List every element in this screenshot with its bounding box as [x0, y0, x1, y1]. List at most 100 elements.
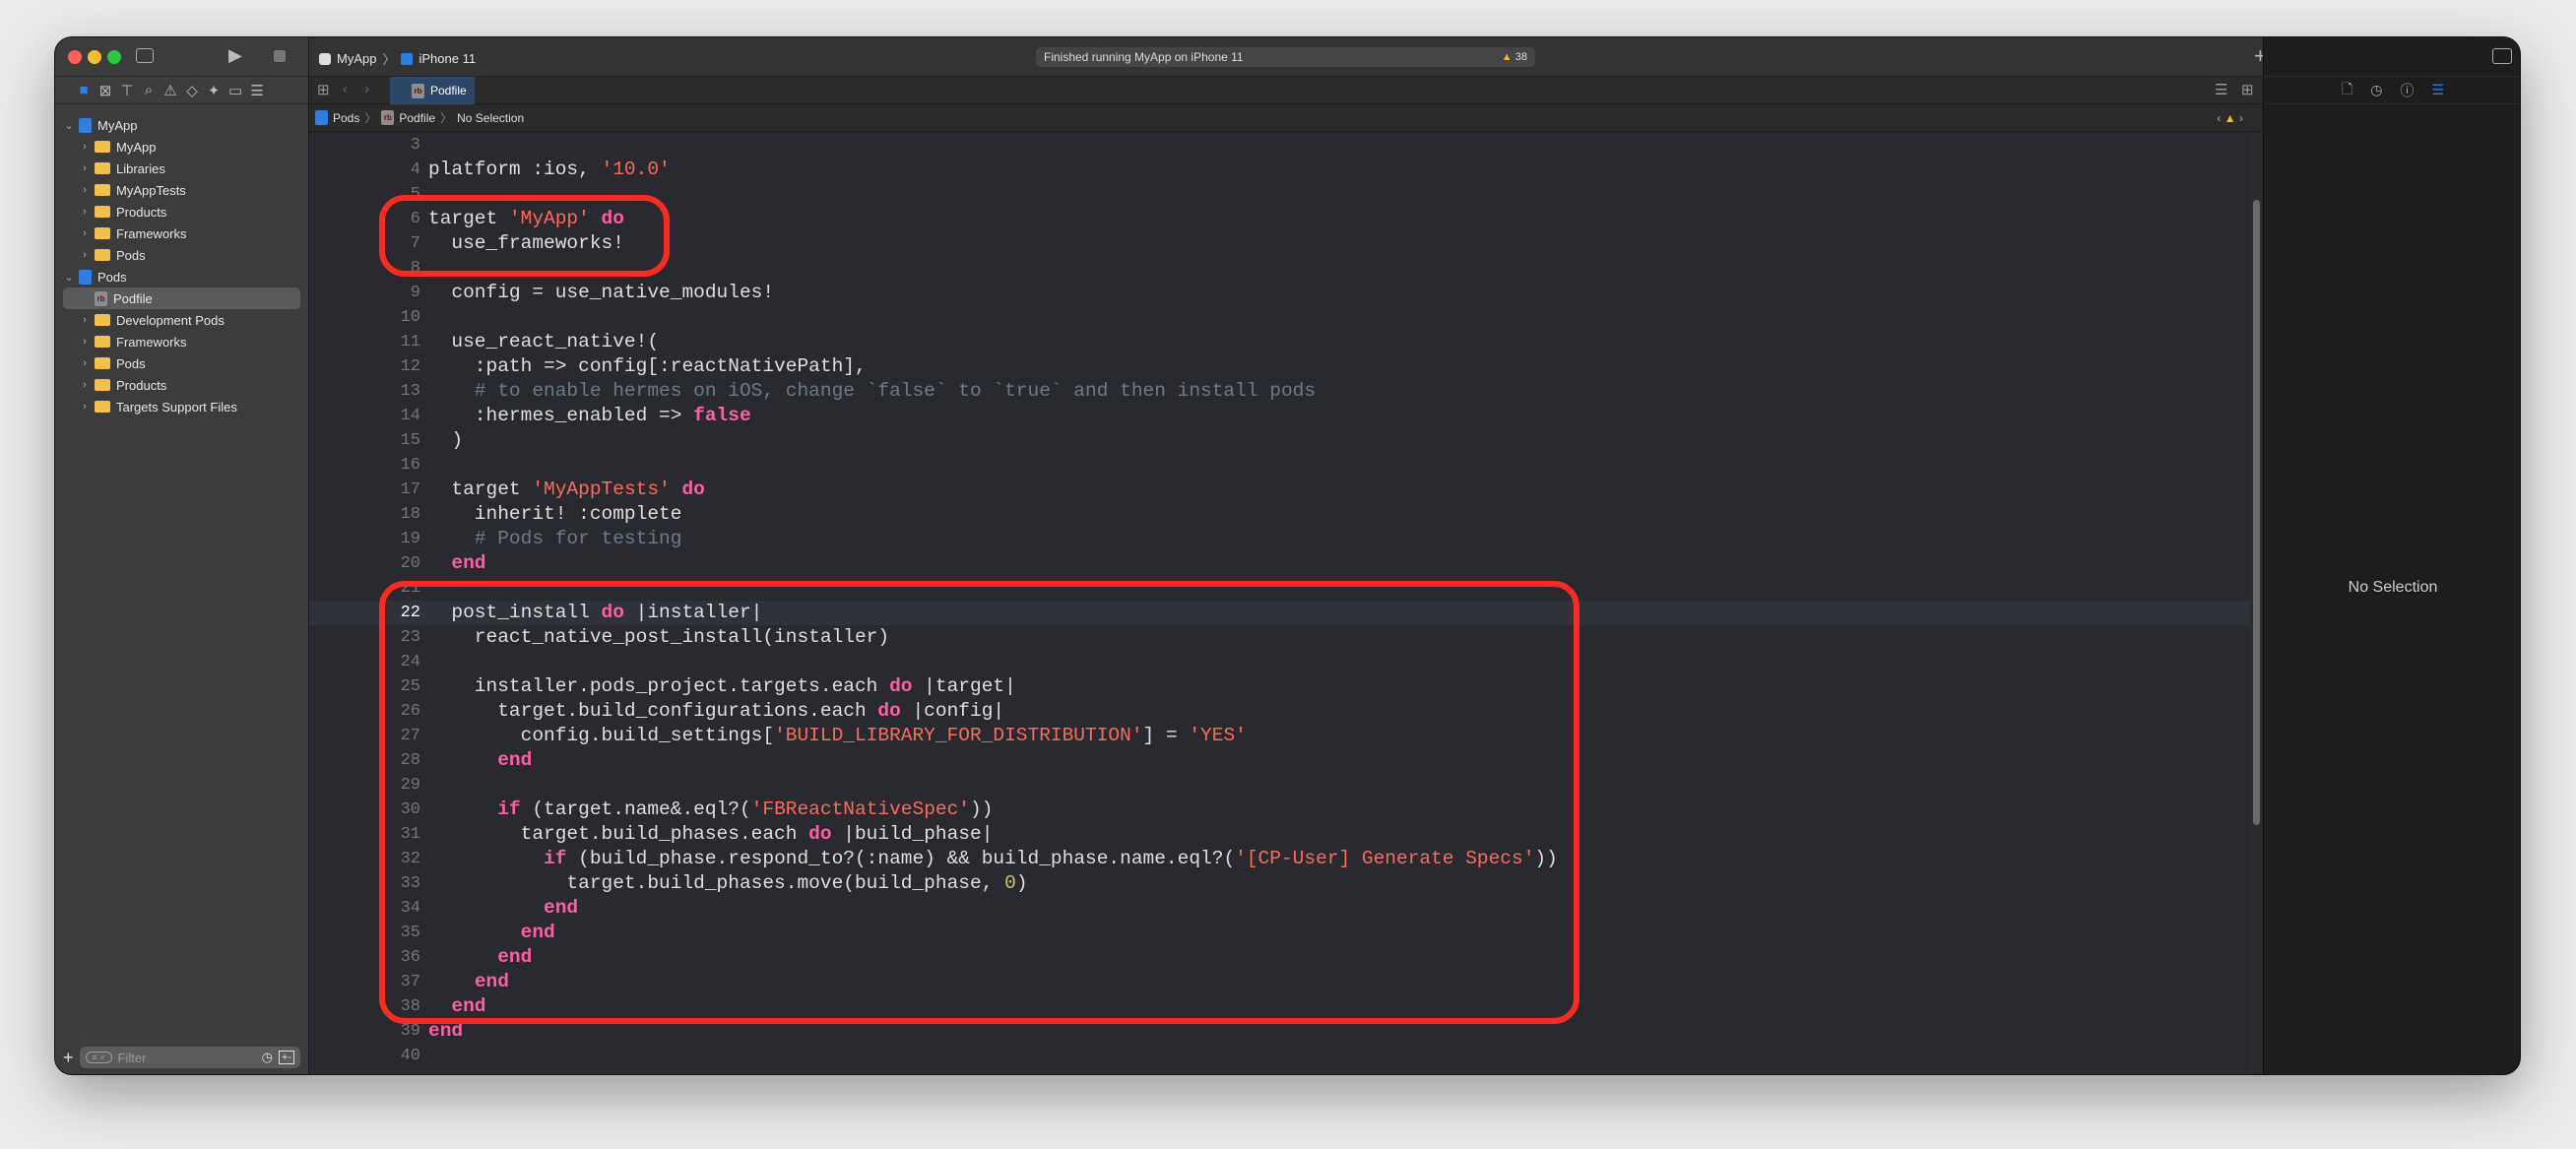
code-line[interactable]: 4 platform :ios, '10.0'	[309, 158, 2263, 182]
folder-icon	[95, 357, 110, 369]
code-line[interactable]: 3	[309, 133, 2263, 158]
tree-item-label: Libraries	[116, 160, 165, 176]
minimize-button[interactable]	[88, 50, 101, 64]
chevron-right-icon[interactable]: ›	[79, 314, 91, 326]
tree-item[interactable]: ⌄ Pods	[55, 266, 308, 287]
chevron-right-icon[interactable]: ›	[79, 401, 91, 413]
close-button[interactable]	[68, 50, 82, 64]
folder-icon	[95, 314, 110, 326]
scm-filter-icon[interactable]: +-	[278, 1051, 294, 1064]
issue-navigation[interactable]: ‹ ▲ ›	[2217, 111, 2243, 125]
code-line[interactable]: 16	[309, 453, 2263, 478]
code-line[interactable]: 40	[309, 1044, 2263, 1068]
code-text: inherit! :complete	[428, 502, 682, 527]
tree-item[interactable]: › Targets Support Files	[55, 396, 308, 417]
code-line[interactable]: 12 :path => config[:reactNativePath],	[309, 354, 2263, 379]
tree-item[interactable]: rb Podfile	[63, 287, 300, 309]
tree-item[interactable]: › Frameworks	[55, 223, 308, 244]
recent-icon[interactable]: ◷	[262, 1050, 273, 1065]
scheme-selector[interactable]: MyApp 〉 iPhone 11	[319, 49, 476, 68]
chevron-down-icon[interactable]: ⌄	[63, 271, 75, 284]
code-token: false	[693, 405, 751, 426]
chevron-right-icon[interactable]: ›	[79, 141, 91, 153]
code-token: 'MyAppTests'	[532, 479, 671, 500]
test-icon[interactable]: ◇	[185, 82, 199, 99]
help-icon[interactable]: ⓘ	[2400, 81, 2414, 100]
tree-item[interactable]: › MyAppTests	[55, 179, 308, 201]
code-text: target 'MyAppTests' do	[428, 478, 704, 502]
sidebar-toggle-icon[interactable]	[136, 48, 154, 63]
code-line[interactable]: 14 :hermes_enabled => false	[309, 404, 2263, 428]
tree-item[interactable]: › Libraries	[55, 158, 308, 179]
code-token: config = use_native_modules!	[428, 282, 775, 303]
tree-item-label: MyApp	[116, 139, 157, 155]
chevron-right-icon[interactable]: ›	[79, 336, 91, 348]
vertical-scrollbar[interactable]	[2250, 133, 2263, 1074]
report-icon[interactable]: ☰	[250, 82, 264, 99]
code-token: end	[451, 552, 486, 574]
chevron-down-icon[interactable]: ⌄	[63, 119, 75, 132]
line-number: 4	[410, 160, 420, 179]
search-icon[interactable]: ⌕	[142, 82, 156, 98]
code-line[interactable]: 17 target 'MyAppTests' do	[309, 478, 2263, 502]
forward-icon[interactable]: ›	[364, 81, 369, 97]
stop-icon[interactable]	[274, 50, 286, 62]
code-line[interactable]: 18 inherit! :complete	[309, 502, 2263, 527]
breadcrumb-item[interactable]: No Selection	[457, 111, 524, 125]
scrollbar-thumb[interactable]	[2253, 200, 2260, 825]
breadcrumb-item[interactable]: Pods	[333, 111, 359, 125]
run-icon[interactable]: ▶	[228, 45, 242, 66]
warning-badge[interactable]: ▲ 38	[1502, 47, 1527, 67]
chevron-right-icon[interactable]: ›	[79, 184, 91, 196]
breakpoint-icon[interactable]: ▭	[228, 82, 242, 99]
annotation-box-target	[379, 195, 670, 277]
warning-count: 38	[1514, 51, 1527, 63]
filter-input[interactable]: ≡ ˅ Filter ◷ +-	[79, 1047, 300, 1068]
chevron-right-icon[interactable]: ›	[79, 357, 91, 369]
attributes-icon[interactable]: ☰	[2431, 82, 2444, 98]
debug-icon[interactable]: ✦	[207, 82, 221, 99]
chevron-right-icon[interactable]: ›	[79, 206, 91, 218]
tree-item[interactable]: › MyApp	[55, 136, 308, 158]
chevron-right-icon[interactable]: ›	[79, 162, 91, 174]
activity-status: Finished running MyApp on iPhone 11 ▲ 38	[1036, 47, 1535, 67]
code-line[interactable]: 11 use_react_native!(	[309, 330, 2263, 354]
breadcrumb-item[interactable]: Podfile	[399, 111, 435, 125]
tree-item[interactable]: › Products	[55, 201, 308, 223]
folder-icon[interactable]: ■	[77, 82, 91, 98]
warning-icon[interactable]: ⚠	[163, 82, 177, 99]
source-control-icon[interactable]: ⊠	[98, 82, 112, 99]
add-icon[interactable]: +	[63, 1048, 74, 1068]
back-icon[interactable]: ‹	[343, 81, 348, 97]
tree-item[interactable]: › Products	[55, 374, 308, 396]
inspector-toggle-icon[interactable]	[2492, 48, 2512, 64]
tree-item[interactable]: ⌄ MyApp	[55, 114, 308, 136]
code-text: # Pods for testing	[428, 527, 682, 551]
status-text: Finished running MyApp on iPhone 11	[1044, 50, 1244, 64]
history-icon[interactable]: ◷	[2370, 82, 2382, 98]
tree-item-label: Podfile	[113, 290, 153, 306]
tree-item[interactable]: › Pods	[55, 352, 308, 374]
tree-item[interactable]: › Development Pods	[55, 309, 308, 331]
tree-item[interactable]: › Pods	[55, 244, 308, 266]
file-icon[interactable]: 🗋	[2342, 79, 2352, 102]
hierarchy-icon[interactable]: ⊤	[120, 82, 134, 99]
tab-podfile[interactable]: rb Podfile	[390, 77, 475, 104]
code-line[interactable]: 15 )	[309, 428, 2263, 453]
line-number: 11	[400, 333, 420, 351]
filter-options-icon[interactable]: ≡ ˅	[85, 1052, 112, 1063]
zoom-button[interactable]	[107, 50, 121, 64]
code-line[interactable]: 19 # Pods for testing	[309, 527, 2263, 551]
code-line[interactable]: 10	[309, 305, 2263, 330]
chevron-right-icon[interactable]: ›	[79, 249, 91, 261]
code-line[interactable]: 13 # to enable hermes on iOS, change `fa…	[309, 379, 2263, 404]
chevron-right-icon[interactable]: ›	[79, 379, 91, 391]
code-line[interactable]: 20 end	[309, 551, 2263, 576]
tree-item[interactable]: › Frameworks	[55, 331, 308, 352]
grid-icon[interactable]: ⊞	[317, 81, 330, 98]
chevron-right-icon[interactable]: ›	[79, 227, 91, 239]
editor-options-icon[interactable]: ☰	[2215, 81, 2227, 98]
add-editor-icon[interactable]: ⊞	[2241, 81, 2254, 98]
tree-item-label: Products	[116, 204, 167, 220]
code-line[interactable]: 9 config = use_native_modules!	[309, 281, 2263, 305]
